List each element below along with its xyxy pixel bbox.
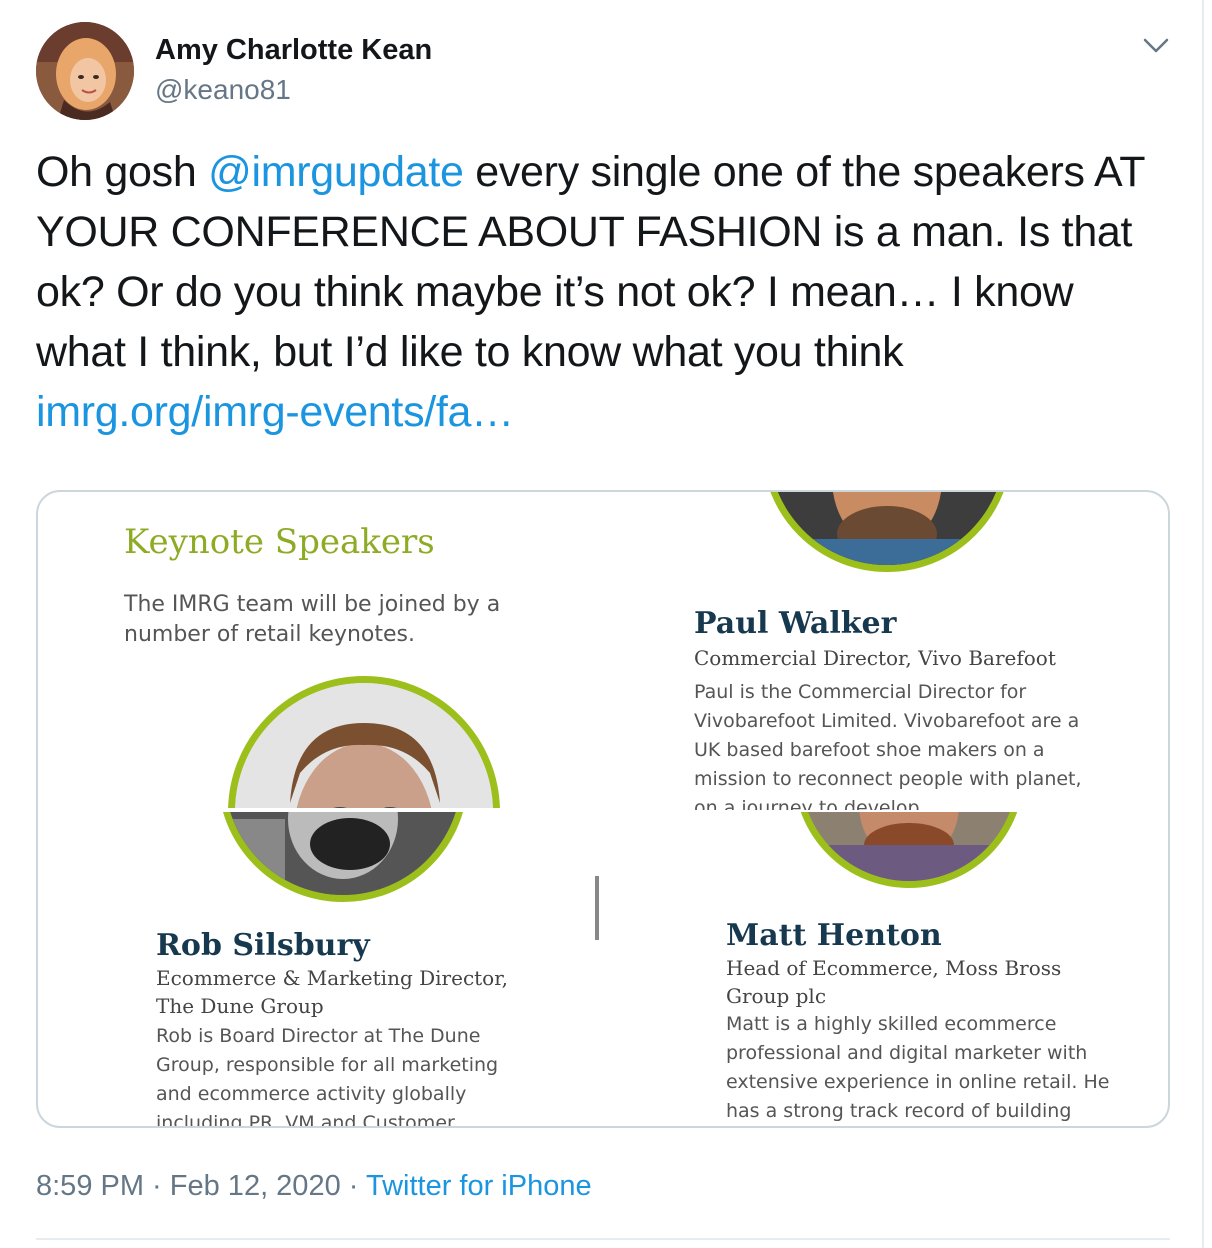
speaker-bio: Matt is a highly skilled ecommerce profe…	[726, 1013, 1110, 1122]
avatar[interactable]	[36, 22, 134, 120]
divider	[36, 1238, 1170, 1240]
image-heading: Keynote Speakers	[124, 522, 435, 562]
separator: ·	[144, 1170, 170, 1202]
speaker-name: Paul Walker	[694, 606, 897, 641]
tweet-text-part: Oh gosh	[36, 148, 209, 196]
speaker-photo	[228, 676, 500, 808]
separator: ·	[340, 1170, 366, 1202]
tweet-source[interactable]: Twitter for iPhone	[366, 1170, 592, 1202]
tweet-time[interactable]: 8:59 PM	[36, 1170, 144, 1202]
speaker-role: Head of Ecommerce, Moss Bross Group plc	[726, 956, 1062, 1008]
speaker-photo	[762, 492, 1012, 572]
speaker-name: Rob Silsbury	[156, 928, 370, 963]
url-link[interactable]: imrg.org/imrg-events/fa…	[36, 388, 514, 436]
speaker-name: Matt Henton	[726, 918, 942, 953]
speaker-photo	[794, 812, 1024, 888]
speaker-bio: Rob is Board Director at The Dune Group,…	[156, 1025, 499, 1128]
mention-link[interactable]: @imrgupdate	[208, 148, 464, 196]
speaker-photo	[218, 812, 468, 902]
chevron-down-icon[interactable]	[1142, 36, 1170, 56]
tweet-date[interactable]: Feb 12, 2020	[170, 1170, 341, 1202]
tweet-text: Oh gosh @imrgupdate every single one of …	[36, 142, 1156, 442]
speaker-bio: Paul is the Commercial Director for Vivo…	[694, 681, 1082, 810]
author-handle[interactable]: @keano81	[155, 74, 291, 106]
tweet-image[interactable]: Keynote Speakers The IMRG team will be j…	[36, 490, 1170, 1128]
tweet: Amy Charlotte Kean @keano81 Oh gosh @imr…	[0, 0, 1204, 1248]
divider	[595, 876, 599, 940]
image-intro: The IMRG team will be joined by a number…	[124, 592, 501, 647]
tweet-meta: 8:59 PM · Feb 12, 2020 · Twitter for iPh…	[36, 1170, 592, 1203]
speaker-role: Ecommerce & Marketing Director, The Dune…	[156, 966, 508, 1018]
author-name[interactable]: Amy Charlotte Kean	[155, 34, 432, 67]
speaker-role: Commercial Director, Vivo Barefoot	[694, 646, 1056, 670]
